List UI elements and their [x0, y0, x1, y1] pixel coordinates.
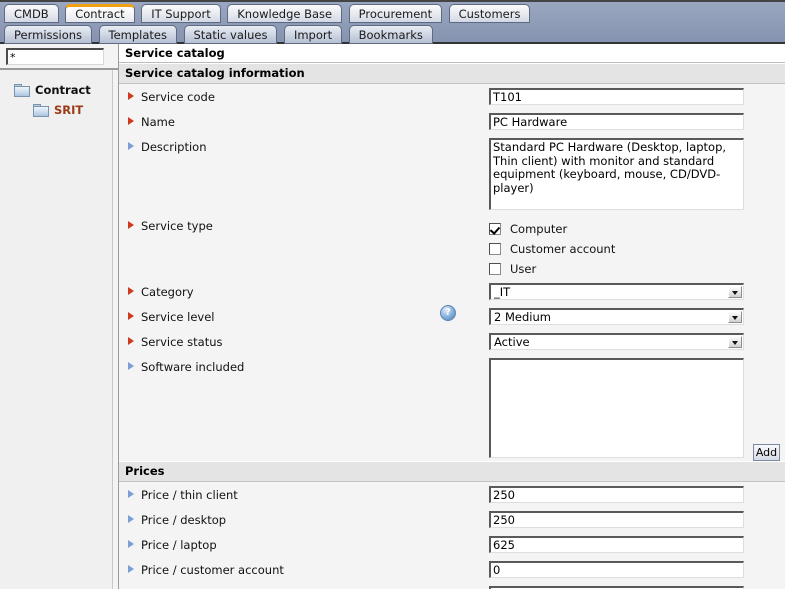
checkbox-customer-account[interactable]: [489, 243, 501, 255]
prices-form: Price / thin client Price / desktop: [119, 482, 785, 589]
description-textarea[interactable]: Standard PC Hardware (Desktop, laptop, T…: [489, 138, 744, 210]
field-label-service-code: Service code: [119, 84, 489, 104]
navigation-tree: Contract SRIT: [0, 70, 113, 589]
field-label-category: Category: [119, 279, 489, 299]
field-row-name: Name: [119, 109, 785, 134]
optional-marker-icon: [128, 362, 134, 370]
help-icon[interactable]: ?: [440, 305, 456, 321]
tab-knowledge-base[interactable]: Knowledge Base: [227, 4, 343, 23]
field-label-service-type: Service type: [119, 213, 489, 233]
field-label-name: Name: [119, 109, 489, 129]
folder-icon: [14, 83, 30, 97]
field-label-price-desktop: Price / desktop: [119, 507, 489, 527]
tab-it-support[interactable]: IT Support: [141, 4, 221, 23]
field-label-service-level: Service level: [119, 304, 489, 324]
checkbox-computer[interactable]: [489, 223, 501, 235]
field-label-software-included: Software included: [119, 354, 489, 374]
tab-customers[interactable]: Customers: [448, 4, 531, 23]
optional-marker-icon: [128, 515, 134, 523]
service-level-select-value: 2 Medium: [494, 310, 551, 324]
sidebar-search-area: [0, 44, 118, 70]
tree-item-label: Contract: [35, 83, 91, 97]
search-input[interactable]: [6, 48, 104, 65]
field-row-price-customer-account: Price / customer account: [119, 557, 785, 582]
optional-marker-icon: [128, 565, 134, 573]
tab-bookmarks[interactable]: Bookmarks: [348, 25, 433, 44]
price-customer-account-input[interactable]: [489, 561, 744, 578]
required-marker-icon: [128, 287, 134, 295]
price-desktop-input[interactable]: [489, 511, 744, 528]
optional-marker-icon: [128, 142, 134, 150]
price-laptop-input[interactable]: [489, 536, 744, 553]
optional-marker-icon: [128, 490, 134, 498]
field-row-description: Description Standard PC Hardware (Deskto…: [119, 134, 785, 213]
field-row-price-desktop: Price / desktop: [119, 507, 785, 532]
service-status-select[interactable]: Active: [489, 333, 744, 350]
checkbox-label-computer: Computer: [510, 222, 568, 236]
page-title: Service catalog: [119, 44, 785, 63]
category-select-value: _IT: [494, 285, 511, 299]
service-type-checkbox-group: Computer Customer account User: [489, 217, 785, 279]
service-level-select[interactable]: 2 Medium: [489, 308, 744, 325]
field-row-service-level: Service level ? 2 Medium: [119, 304, 785, 329]
checkbox-label-customer-account: Customer account: [510, 242, 616, 256]
price-thin-client-input[interactable]: [489, 486, 744, 503]
service-code-input[interactable]: [489, 88, 744, 105]
field-label-description: Description: [119, 134, 489, 154]
field-row-price-user: Price / user: [119, 582, 785, 589]
field-row-service-code: Service code: [119, 84, 785, 109]
field-row-category: Category _IT: [119, 279, 785, 304]
field-row-service-status: Service status Active: [119, 329, 785, 354]
chevron-down-icon[interactable]: [728, 336, 742, 348]
tab-procurement[interactable]: Procurement: [348, 4, 443, 23]
required-marker-icon: [128, 312, 134, 320]
optional-marker-icon: [128, 540, 134, 548]
section-header-prices: Prices: [119, 461, 785, 482]
application-window: CMDB Contract IT Support Knowledge Base …: [0, 0, 785, 589]
checkbox-row-computer[interactable]: Computer: [489, 219, 785, 239]
tab-templates[interactable]: Templates: [98, 25, 177, 44]
required-marker-icon: [128, 221, 134, 229]
field-row-service-type: Service type Computer Customer account U…: [119, 213, 785, 279]
field-label-price-user: Price / user: [119, 582, 489, 589]
name-input[interactable]: [489, 113, 744, 130]
secondary-tab-row: Permissions Templates Static values Impo…: [4, 25, 436, 45]
checkbox-user[interactable]: [489, 263, 501, 275]
checkbox-label-user: User: [510, 262, 537, 276]
chevron-down-icon[interactable]: [728, 311, 742, 323]
section-header-info: Service catalog information: [119, 63, 785, 84]
required-marker-icon: [128, 117, 134, 125]
tab-import[interactable]: Import: [283, 25, 343, 44]
checkbox-row-user[interactable]: User: [489, 259, 785, 279]
add-software-button[interactable]: Add: [753, 444, 780, 461]
tab-bar: CMDB Contract IT Support Knowledge Base …: [0, 0, 785, 44]
field-label-price-thin-client: Price / thin client: [119, 482, 489, 502]
tab-permissions[interactable]: Permissions: [4, 25, 93, 44]
required-marker-icon: [128, 92, 134, 100]
category-select[interactable]: _IT: [489, 283, 744, 300]
tree-item-contract[interactable]: Contract: [0, 80, 112, 100]
service-status-select-value: Active: [494, 335, 530, 349]
chevron-down-icon[interactable]: [728, 286, 742, 298]
field-label-price-laptop: Price / laptop: [119, 532, 489, 552]
field-label-price-customer-account: Price / customer account: [119, 557, 489, 577]
main-content: Service catalog Service catalog informat…: [118, 44, 785, 589]
tab-cmdb[interactable]: CMDB: [4, 4, 59, 23]
field-row-price-laptop: Price / laptop: [119, 532, 785, 557]
field-row-price-thin-client: Price / thin client: [119, 482, 785, 507]
field-label-service-status: Service status: [119, 329, 489, 349]
sidebar: Contract SRIT: [0, 44, 118, 589]
primary-tab-row: CMDB Contract IT Support Knowledge Base …: [4, 4, 533, 24]
required-marker-icon: [128, 337, 134, 345]
tab-contract[interactable]: Contract: [65, 4, 135, 23]
tree-item-label: SRIT: [54, 103, 84, 117]
service-catalog-form: Service code Name De: [119, 84, 785, 461]
tree-item-srit[interactable]: SRIT: [0, 100, 112, 120]
folder-icon: [33, 103, 49, 117]
checkbox-row-customer-account[interactable]: Customer account: [489, 239, 785, 259]
field-row-software-included: Software included Add: [119, 354, 785, 461]
tab-static-values[interactable]: Static values: [183, 25, 278, 44]
software-included-listbox[interactable]: [489, 358, 744, 458]
